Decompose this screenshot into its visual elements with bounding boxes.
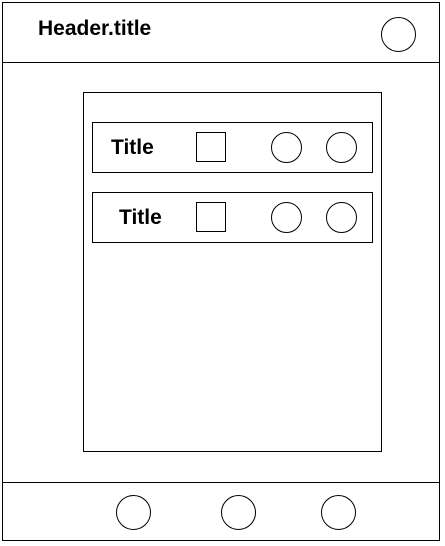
list-item-title: Title <box>119 206 162 229</box>
footer-nav-circle-icon[interactable] <box>116 495 151 530</box>
list-item-title: Title <box>111 136 154 159</box>
footer-nav <box>2 482 440 541</box>
thumbnail-square-icon <box>196 132 226 162</box>
action-circle-icon[interactable] <box>271 202 302 233</box>
action-circle-icon[interactable] <box>326 132 357 163</box>
action-circle-icon[interactable] <box>326 202 357 233</box>
thumbnail-square-icon <box>196 202 226 232</box>
footer-nav-circle-icon[interactable] <box>321 495 356 530</box>
header: Header.title <box>2 2 440 63</box>
list-item[interactable]: Title <box>92 192 373 243</box>
action-circle-icon[interactable] <box>271 132 302 163</box>
header-action-circle-icon[interactable] <box>381 17 416 52</box>
header-title: Header.title <box>38 17 152 40</box>
footer-nav-circle-icon[interactable] <box>221 495 256 530</box>
list-item[interactable]: Title <box>92 122 373 173</box>
